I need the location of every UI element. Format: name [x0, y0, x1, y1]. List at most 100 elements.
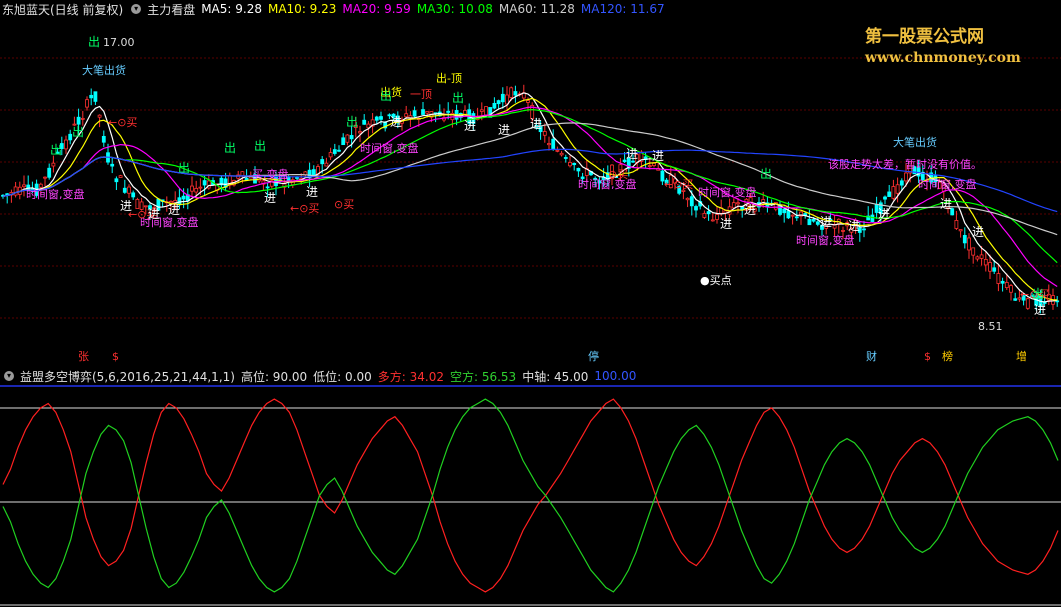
candle-body[interactable] — [652, 162, 656, 167]
event-cai[interactable]: 财 — [864, 350, 879, 364]
candle-body[interactable] — [954, 220, 959, 229]
candle-body[interactable] — [736, 202, 740, 205]
candle-body[interactable] — [93, 91, 98, 102]
candle-body[interactable] — [328, 152, 333, 158]
candle-body[interactable] — [542, 131, 547, 136]
stock-title[interactable]: 东旭蓝天(日线 前复权) — [2, 1, 123, 18]
candle-body[interactable] — [891, 186, 896, 199]
candle-body[interactable] — [89, 94, 94, 99]
candle-body[interactable] — [97, 114, 102, 118]
event-zeng[interactable]: 增 — [1014, 350, 1029, 364]
candle-body[interactable] — [983, 259, 988, 266]
candle-body[interactable] — [320, 159, 325, 165]
candle-body[interactable] — [992, 267, 997, 272]
candle-body[interactable] — [101, 135, 106, 143]
candle-body[interactable] — [710, 219, 715, 222]
candle-body[interactable] — [786, 210, 791, 219]
candle-body[interactable] — [358, 131, 362, 134]
candle-body[interactable] — [341, 137, 346, 146]
event-ting[interactable]: 停 — [586, 350, 601, 364]
candle-body[interactable] — [568, 162, 572, 167]
settings-circle-icon[interactable]: ▾ — [131, 4, 142, 14]
candle-body[interactable] — [883, 196, 887, 200]
candle-body[interactable] — [870, 214, 875, 222]
candle-body[interactable] — [572, 162, 577, 166]
candle-body[interactable] — [13, 186, 18, 196]
candle-body[interactable] — [811, 219, 816, 222]
candle-body[interactable] — [202, 180, 207, 186]
candle-body[interactable] — [114, 178, 119, 183]
candle-body[interactable] — [425, 111, 430, 114]
candle-body[interactable] — [404, 113, 409, 118]
candle-body[interactable] — [526, 100, 530, 103]
candle-body[interactable] — [1013, 298, 1018, 301]
candle-body[interactable] — [782, 208, 787, 214]
candle-body[interactable] — [862, 228, 866, 231]
candle-body[interactable] — [559, 152, 564, 156]
candle-body[interactable] — [345, 134, 350, 143]
indicator-name[interactable]: 益盟多空博弈(5,6,2016,25,21,44,1,1) — [20, 368, 235, 385]
candle-body[interactable] — [110, 163, 115, 167]
candle-body[interactable] — [513, 91, 518, 96]
candle-body[interactable] — [988, 262, 992, 272]
candle-body[interactable] — [505, 94, 509, 105]
candle-body[interactable] — [496, 100, 501, 105]
candle-body[interactable] — [198, 186, 203, 189]
main-indicator-name[interactable]: 主力看盘 — [147, 1, 195, 18]
candle-body[interactable] — [706, 211, 711, 215]
candle-body[interactable] — [362, 119, 367, 125]
candle-body[interactable] — [190, 185, 194, 192]
candle-body[interactable] — [51, 162, 56, 167]
candle-body[interactable] — [1004, 282, 1009, 289]
candle-body[interactable] — [694, 206, 698, 211]
candle-body[interactable] — [631, 160, 635, 163]
candle-body[interactable] — [555, 149, 560, 152]
candle-body[interactable] — [962, 235, 967, 244]
candle-body[interactable] — [971, 247, 976, 256]
candle-body[interactable] — [143, 205, 148, 208]
candle-body[interactable] — [500, 93, 505, 103]
candle-body[interactable] — [43, 176, 47, 179]
candle-body[interactable] — [484, 106, 488, 117]
candle-body[interactable] — [131, 192, 136, 198]
candle-body[interactable] — [887, 191, 892, 197]
candle-body[interactable] — [492, 102, 497, 109]
candle-body[interactable] — [194, 187, 199, 193]
event-dollar-1[interactable]: $ — [110, 350, 121, 364]
candle-body[interactable] — [181, 195, 186, 200]
candle-body[interactable] — [349, 135, 354, 140]
candle-body[interactable] — [85, 99, 89, 108]
candle-body[interactable] — [5, 193, 10, 196]
candle-body[interactable] — [904, 172, 908, 182]
candlestick-chart[interactable]: 17.00 8.51 ●买点 大笔出货 大笔出货 出-顶 一顶 该股走势太差，暂… — [0, 18, 1061, 348]
candle-body[interactable] — [64, 139, 68, 150]
candle-body[interactable] — [479, 109, 484, 112]
candle-body[interactable] — [731, 202, 736, 209]
candle-body[interactable] — [80, 117, 85, 120]
candle-body[interactable] — [807, 218, 812, 226]
event-dollar-2[interactable]: $ — [922, 350, 933, 364]
candle-body[interactable] — [895, 184, 900, 194]
candle-body[interactable] — [958, 229, 963, 232]
candle-body[interactable] — [47, 167, 52, 178]
candle-body[interactable] — [685, 197, 690, 201]
candle-body[interactable] — [702, 212, 707, 218]
candle-body[interactable] — [374, 116, 379, 121]
candle-body[interactable] — [127, 186, 131, 194]
candle-body[interactable] — [1009, 285, 1013, 293]
candle-body[interactable] — [509, 87, 514, 98]
candle-body[interactable] — [815, 221, 820, 225]
candle-body[interactable] — [576, 167, 581, 172]
candle-body[interactable] — [899, 180, 904, 186]
candle-body[interactable] — [979, 254, 984, 259]
candle-body[interactable] — [421, 109, 425, 115]
candle-body[interactable] — [76, 116, 81, 125]
candle-body[interactable] — [295, 177, 299, 179]
candle-body[interactable] — [22, 184, 26, 188]
candle-body[interactable] — [551, 138, 556, 151]
candle-body[interactable] — [967, 237, 971, 251]
candle-body[interactable] — [975, 256, 980, 260]
candle-body[interactable] — [244, 177, 249, 180]
candle-body[interactable] — [1000, 280, 1005, 284]
candle-body[interactable] — [332, 149, 337, 154]
